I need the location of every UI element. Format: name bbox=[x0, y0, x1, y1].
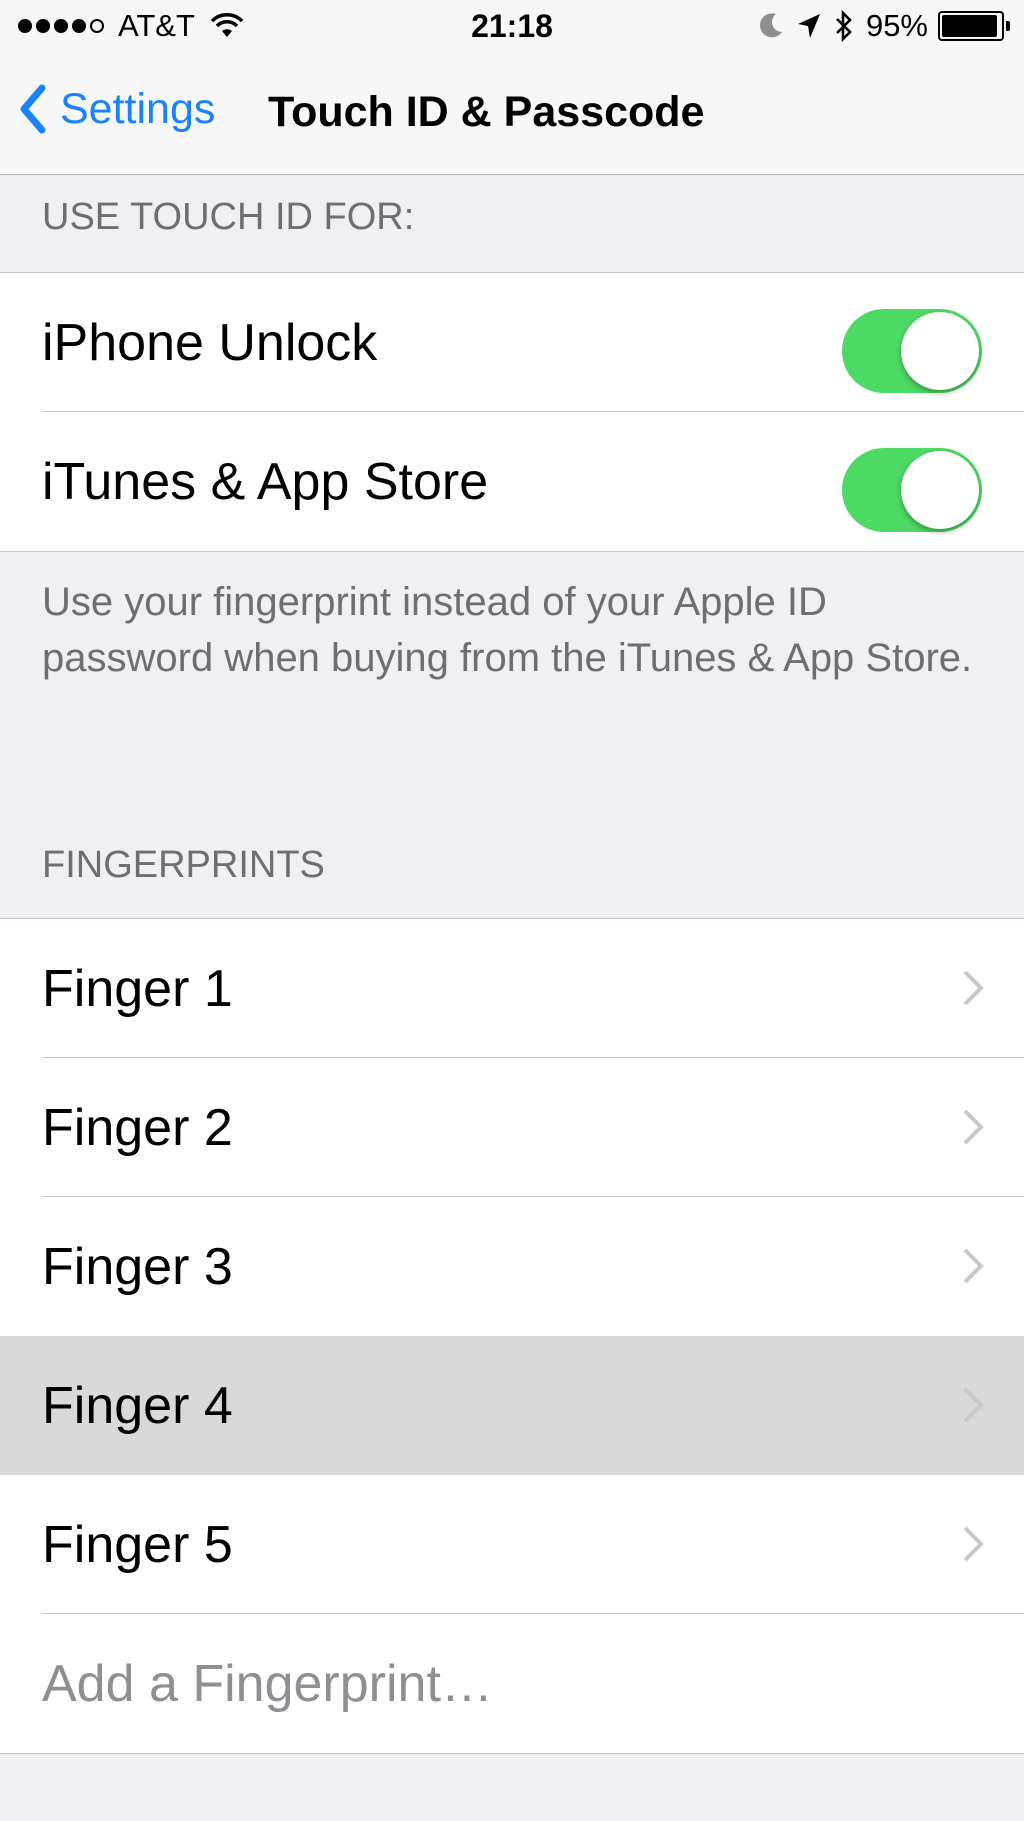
finger-row-1[interactable]: Finger 1 bbox=[0, 919, 1024, 1058]
location-arrow-icon bbox=[797, 14, 820, 38]
chevron-right-icon bbox=[963, 1109, 984, 1145]
moon-icon bbox=[759, 13, 782, 38]
finger-label: Finger 5 bbox=[42, 1515, 233, 1574]
add-fingerprint-label: Add a Fingerprint… bbox=[42, 1654, 493, 1713]
top-bar: AT&T 21:18 95% Settings Touch ID & Passc… bbox=[0, 0, 1024, 175]
finger-row-3[interactable]: Finger 3 bbox=[0, 1197, 1024, 1336]
back-button-label: Settings bbox=[60, 84, 216, 133]
battery-fill bbox=[942, 15, 998, 37]
battery-percentage: 95% bbox=[865, 8, 928, 43]
chevron-right-icon bbox=[963, 970, 984, 1006]
iphone-unlock-label: iPhone Unlock bbox=[42, 313, 378, 372]
fingerprints-group: Finger 1 Finger 2 Finger 3 Finger 4 Fing… bbox=[0, 918, 1024, 1754]
battery-icon bbox=[938, 11, 1010, 41]
section-header-fingerprints: FINGERPRINTS bbox=[42, 844, 325, 886]
chevron-right-icon bbox=[963, 1248, 984, 1284]
navigation-bar: Settings Touch ID & Passcode bbox=[0, 54, 1024, 174]
finger-label: Finger 4 bbox=[42, 1376, 233, 1435]
chevron-right-icon bbox=[963, 1526, 984, 1562]
itunes-app-store-toggle[interactable] bbox=[842, 448, 982, 532]
finger-row-4[interactable]: Finger 4 bbox=[0, 1336, 1024, 1475]
iphone-unlock-toggle[interactable] bbox=[842, 309, 982, 393]
status-bar: AT&T 21:18 95% bbox=[0, 0, 1024, 54]
itunes-app-store-row: iTunes & App Store bbox=[0, 412, 1024, 551]
finger-label: Finger 1 bbox=[42, 959, 233, 1018]
touch-id-footer-text: Use your fingerprint instead of your App… bbox=[42, 580, 973, 680]
itunes-app-store-label: iTunes & App Store bbox=[42, 452, 489, 511]
finger-label: Finger 3 bbox=[42, 1237, 233, 1296]
finger-label: Finger 2 bbox=[42, 1098, 233, 1157]
finger-row-5[interactable]: Finger 5 bbox=[0, 1475, 1024, 1614]
back-button[interactable]: Settings bbox=[20, 84, 215, 134]
bluetooth-icon bbox=[836, 10, 852, 42]
chevron-left-icon bbox=[20, 84, 46, 134]
chevron-right-icon bbox=[963, 1387, 984, 1423]
add-fingerprint-row[interactable]: Add a Fingerprint… bbox=[0, 1614, 1024, 1753]
touch-id-group: iPhone Unlock iTunes & App Store bbox=[0, 272, 1024, 552]
page-title: Touch ID & Passcode bbox=[268, 88, 705, 136]
finger-row-2[interactable]: Finger 2 bbox=[0, 1058, 1024, 1197]
section-header-touch-id: USE TOUCH ID FOR: bbox=[42, 196, 415, 238]
iphone-unlock-row: iPhone Unlock bbox=[0, 273, 1024, 412]
